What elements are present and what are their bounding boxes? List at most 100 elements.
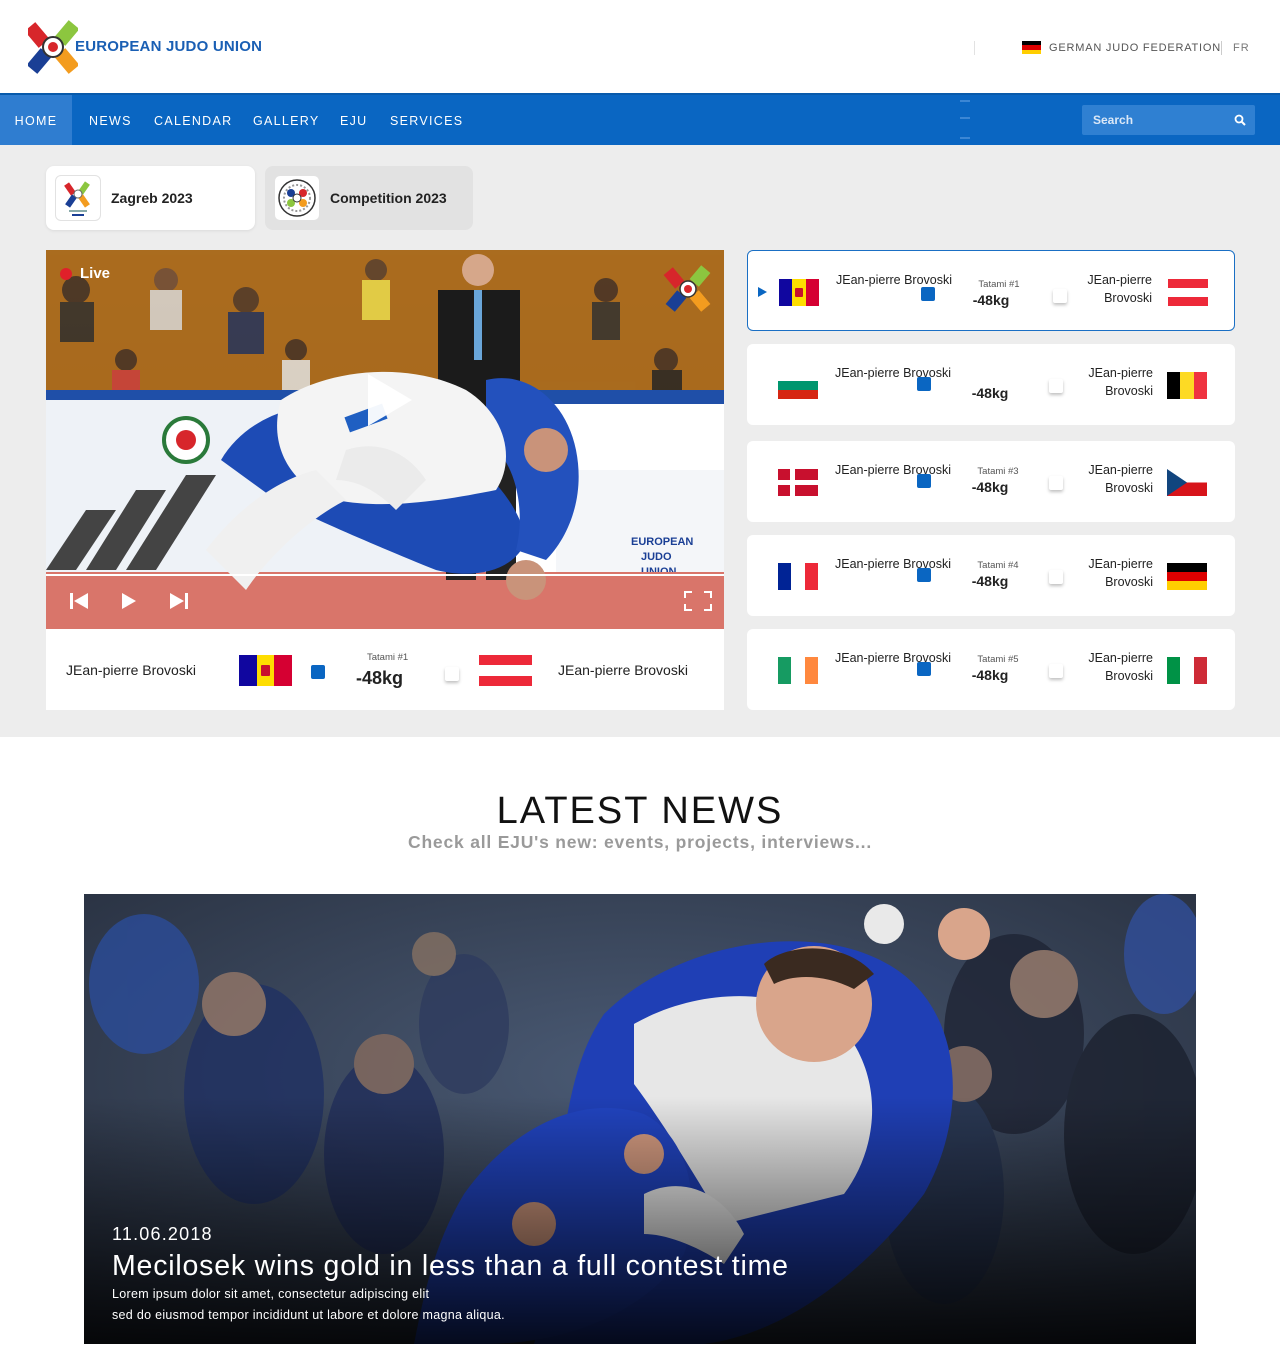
- divider: [960, 137, 970, 139]
- italy-flag-icon: [1167, 657, 1207, 684]
- match-card[interactable]: JEan-pierre Brovoski Tatami #1 -48kg JEa…: [747, 250, 1235, 331]
- right-fighter-marker: [1049, 570, 1063, 584]
- left-fighter-name: JEan-pierre Brovoski: [66, 662, 196, 678]
- federation-link[interactable]: GERMAN JUDO FEDERATION: [1022, 41, 1221, 54]
- news-excerpt-line: sed do eiusmod tempor incididunt ut labo…: [112, 1308, 505, 1322]
- news-excerpt-line: Lorem ipsum dolor sit amet, consectetur …: [112, 1287, 430, 1301]
- live-label: Live: [80, 265, 111, 282]
- left-fighter-name: JEan-pierre Brovoski: [835, 366, 952, 380]
- germany-flag-icon: [1167, 563, 1207, 590]
- austria-flag-icon: [1168, 279, 1208, 306]
- tab-label: Competition 2023: [330, 190, 447, 206]
- video-progress-bar[interactable]: [46, 574, 724, 576]
- left-fighter-marker: [917, 474, 931, 488]
- nav-item-home[interactable]: HOME: [0, 95, 72, 145]
- news-headline[interactable]: Mecilosek wins gold in less than a full …: [112, 1250, 789, 1283]
- skip-back-icon[interactable]: [68, 591, 90, 611]
- right-fighter-marker: [1049, 476, 1063, 490]
- match-card[interactable]: JEan-pierre Brovoski Tatami #3 -48kg JEa…: [747, 441, 1235, 522]
- left-fighter-marker: [917, 377, 931, 391]
- divider: [974, 41, 975, 55]
- left-fighter-name: JEan-pierre Brovoski: [835, 557, 952, 571]
- andorra-flag-icon: [239, 655, 292, 686]
- nav-item-news[interactable]: NEWS: [89, 95, 132, 145]
- belgium-flag-icon: [1167, 372, 1207, 399]
- right-fighter-name: JEan-pierre Brovoski: [1088, 463, 1153, 495]
- nav-item-eju[interactable]: EJU: [340, 95, 368, 145]
- news-excerpt: Lorem ipsum dolor sit amet, consectetur …: [112, 1284, 672, 1326]
- svg-text:JUDO: JUDO: [641, 551, 672, 563]
- tab-competition-2023[interactable]: Competition 2023: [265, 166, 473, 230]
- weight-category: -48kg: [356, 668, 404, 688]
- tab-zagreb-2023[interactable]: Zagreb 2023: [46, 166, 255, 230]
- germany-flag-icon: [1022, 41, 1041, 54]
- austria-flag-icon: [479, 655, 532, 686]
- fullscreen-icon[interactable]: [684, 591, 712, 611]
- right-fighter-name: JEan-pierre Brovoski: [1088, 366, 1153, 398]
- left-fighter-name: JEan-pierre Brovoski: [836, 273, 953, 287]
- left-fighter-name: JEan-pierre Brovoski: [835, 463, 952, 477]
- right-fighter-name: JEan-pierre Brovoski: [1088, 651, 1153, 683]
- czech-flag-icon: [1167, 469, 1207, 496]
- right-fighter-name: JEan-pierre Brovoski: [558, 662, 688, 678]
- play-icon[interactable]: [364, 372, 414, 428]
- skip-forward-icon[interactable]: [168, 591, 190, 611]
- right-fighter-marker: [1049, 664, 1063, 678]
- tatami-label: Tatami #4: [977, 560, 1019, 571]
- news-section-subtitle: Check all EJU's new: events, projects, i…: [408, 832, 872, 852]
- zagreb-logo-icon: [55, 175, 101, 221]
- andorra-flag-icon: [779, 279, 819, 306]
- tab-label: Zagreb 2023: [111, 190, 193, 206]
- match-card[interactable]: JEan-pierre Brovoski Tatami #4 -48kg JEa…: [747, 535, 1235, 616]
- denmark-flag-icon: [778, 469, 818, 496]
- language-switch[interactable]: FR: [1233, 42, 1250, 54]
- nav-item-services[interactable]: SERVICES: [390, 95, 463, 145]
- divider: [1221, 41, 1222, 55]
- weight-category: -48kg: [971, 385, 1009, 401]
- live-section: Zagreb 2023 Competition 2023 EUROPEAN JU…: [0, 145, 1280, 737]
- match-card[interactable]: JEan-pierre Brovoski -48kg JEan-pierre B…: [747, 344, 1235, 425]
- live-dot-icon: [60, 267, 72, 280]
- left-fighter-marker: [311, 665, 325, 679]
- ijf-logo-icon: [274, 175, 320, 221]
- nav-item-gallery[interactable]: GALLERY: [253, 95, 320, 145]
- bulgaria-flag-icon: [778, 372, 818, 399]
- eju-logo[interactable]: [28, 20, 78, 74]
- divider: [960, 100, 970, 102]
- featured-news-card[interactable]: 11.06.2018 Mecilosek wins gold in less t…: [84, 894, 1196, 1344]
- video-frame-image: EUROPEAN JUDO UNION: [46, 250, 724, 629]
- nav-item-calendar[interactable]: CALENDAR: [154, 95, 232, 145]
- weight-category: -48kg: [972, 292, 1010, 308]
- current-match-arrow-icon: [758, 287, 767, 297]
- search-icon[interactable]: [1234, 114, 1246, 126]
- weight-category: -48kg: [971, 479, 1009, 495]
- tatami-label: Tatami #1: [367, 652, 409, 663]
- divider: [960, 117, 970, 119]
- weight-category: -48kg: [971, 573, 1009, 589]
- right-fighter-name: JEan-pierre Brovoski: [1087, 273, 1152, 305]
- search-box: [1082, 105, 1255, 135]
- left-fighter-marker: [921, 287, 935, 301]
- top-header: EUROPEAN JUDO UNION GERMAN JUDO FEDERATI…: [0, 0, 1280, 93]
- live-match-info: JEan-pierre Brovoski Tatami #1 -48kg JEa…: [46, 629, 724, 710]
- right-fighter-marker: [1049, 379, 1063, 393]
- tatami-label: Tatami #5: [977, 654, 1019, 665]
- play-small-icon[interactable]: [118, 591, 140, 611]
- left-fighter-name: JEan-pierre Brovoski: [835, 651, 952, 665]
- logo-text[interactable]: EUROPEAN JUDO UNION: [75, 38, 262, 55]
- left-fighter-marker: [917, 568, 931, 582]
- right-fighter-marker: [445, 667, 459, 681]
- live-badge: Live: [60, 265, 110, 282]
- news-section-title: LATEST NEWS: [496, 790, 784, 832]
- right-fighter-name: JEan-pierre Brovoski: [1088, 557, 1153, 589]
- tatami-label: Tatami #3: [977, 466, 1019, 477]
- search-input[interactable]: [1082, 105, 1232, 135]
- federation-label: GERMAN JUDO FEDERATION: [1049, 41, 1222, 54]
- live-video-player[interactable]: EUROPEAN JUDO UNION: [46, 250, 724, 629]
- weight-category: -48kg: [971, 667, 1009, 683]
- tatami-label: Tatami #1: [978, 279, 1020, 290]
- match-card[interactable]: JEan-pierre Brovoski Tatami #5 -48kg JEa…: [747, 629, 1235, 710]
- ireland-flag-icon: [778, 657, 818, 684]
- main-nav: HOME NEWS CALENDAR GALLERY EJU SERVICES: [0, 93, 1280, 145]
- left-fighter-marker: [917, 662, 931, 676]
